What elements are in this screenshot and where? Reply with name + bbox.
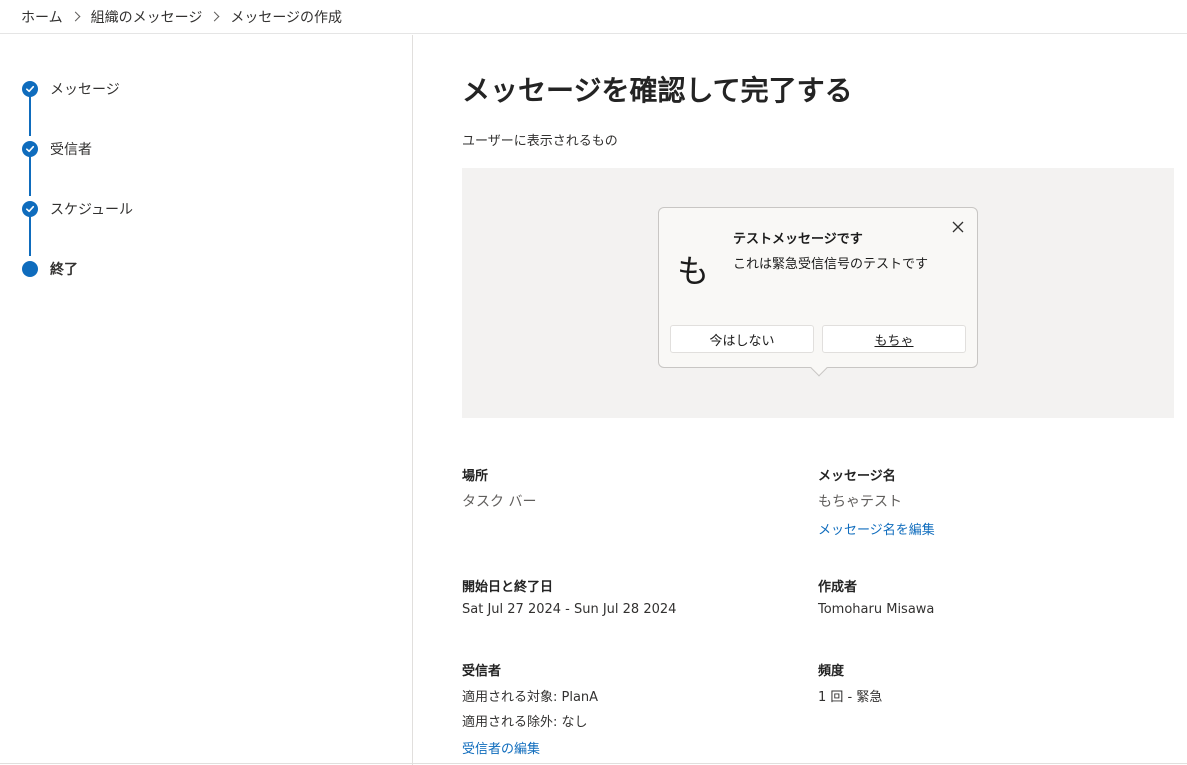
frequency-field: 頻度 1 回 - 緊急 bbox=[818, 660, 882, 705]
toast-pointer bbox=[810, 359, 828, 377]
step-connector bbox=[29, 216, 31, 256]
app-glyph-icon: も bbox=[677, 252, 710, 290]
step-connector bbox=[29, 156, 31, 196]
toast-body: これは緊急受信信号のテストです bbox=[733, 257, 929, 272]
action-button[interactable]: もちゃ bbox=[822, 325, 966, 353]
field-value: もちゃテスト bbox=[818, 494, 902, 510]
step-recipients[interactable]: 受信者 bbox=[22, 139, 92, 159]
footer-divider bbox=[0, 763, 1187, 764]
edit-recipients-link[interactable]: 受信者の編集 bbox=[462, 738, 540, 757]
chevron-right-icon bbox=[70, 11, 81, 22]
field-value: Tomoharu Misawa bbox=[818, 602, 935, 617]
checkmark-icon bbox=[22, 141, 38, 157]
toast-title: テストメッセージです bbox=[733, 232, 863, 247]
edit-message-name-link[interactable]: メッセージ名を編集 bbox=[818, 519, 935, 538]
preview-caption: ユーザーに表示されるもの bbox=[462, 134, 618, 149]
step-label: メッセージ bbox=[50, 82, 120, 98]
breadcrumb-create-message: メッセージの作成 bbox=[230, 9, 343, 26]
step-label: 終了 bbox=[50, 262, 78, 278]
step-schedule[interactable]: スケジュール bbox=[22, 199, 133, 219]
author-field: 作成者 Tomoharu Misawa bbox=[818, 576, 934, 617]
chevron-right-icon bbox=[209, 11, 220, 22]
field-label: 受信者 bbox=[462, 664, 502, 679]
field-label: 作成者 bbox=[818, 580, 858, 595]
checkmark-icon bbox=[22, 201, 38, 217]
step-finish[interactable]: 終了 bbox=[22, 259, 78, 279]
dates-field: 開始日と終了日 Sat Jul 27 2024 - Sun Jul 28 202… bbox=[462, 576, 676, 617]
breadcrumb: ホーム 組織のメッセージ メッセージの作成 bbox=[0, 0, 1187, 34]
step-label: スケジュール bbox=[50, 202, 134, 218]
current-step-icon bbox=[22, 261, 38, 277]
step-label: 受信者 bbox=[50, 142, 92, 158]
message-preview-area: も テストメッセージです これは緊急受信信号のテストです 今はしない もちゃ bbox=[462, 168, 1174, 418]
location-field: 場所 タスク バー bbox=[462, 465, 536, 511]
excludes-text: 適用される除外: なし bbox=[462, 715, 588, 730]
field-label: 頻度 bbox=[818, 664, 845, 679]
field-label: メッセージ名 bbox=[818, 469, 896, 484]
applies-to-text: 適用される対象: PlanA bbox=[462, 690, 599, 705]
page-title: メッセージを確認して完了する bbox=[462, 74, 853, 107]
breadcrumb-home[interactable]: ホーム bbox=[21, 7, 63, 27]
field-value: Sat Jul 27 2024 - Sun Jul 28 2024 bbox=[462, 602, 677, 617]
close-icon[interactable] bbox=[951, 220, 965, 234]
recipients-field: 受信者 適用される対象: PlanA 適用される除外: なし 受信者の編集 bbox=[462, 660, 598, 757]
step-message[interactable]: メッセージ bbox=[22, 79, 120, 99]
step-connector bbox=[29, 96, 31, 136]
field-value: 1 回 - 緊急 bbox=[818, 690, 883, 705]
dismiss-button[interactable]: 今はしない bbox=[670, 325, 814, 353]
field-value: タスク バー bbox=[462, 494, 537, 510]
field-label: 場所 bbox=[462, 469, 489, 484]
breadcrumb-org-messages[interactable]: 組織のメッセージ bbox=[91, 7, 203, 27]
wizard-steps-pane: メッセージ 受信者 スケジュール 終了 bbox=[0, 35, 413, 765]
field-label: 開始日と終了日 bbox=[462, 580, 554, 595]
checkmark-icon bbox=[22, 81, 38, 97]
message-preview-toast: も テストメッセージです これは緊急受信信号のテストです 今はしない もちゃ bbox=[658, 207, 978, 377]
message-name-field: メッセージ名 もちゃテスト メッセージ名を編集 bbox=[818, 465, 935, 538]
